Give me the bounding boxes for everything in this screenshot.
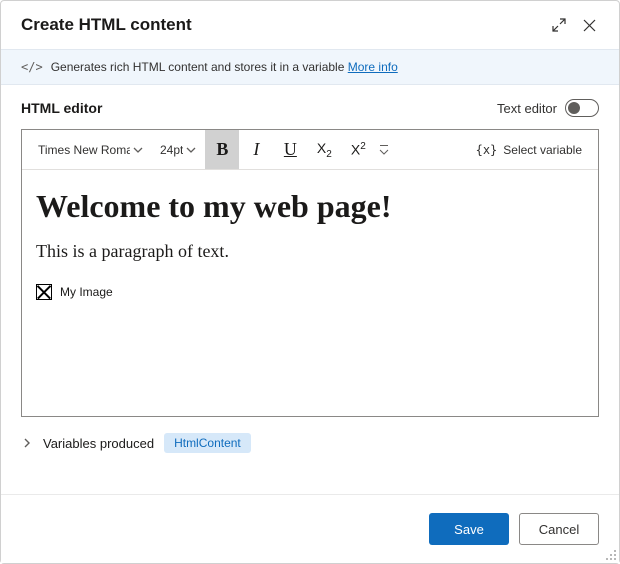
content-paragraph: This is a paragraph of text. [36, 241, 584, 262]
chevron-down-icon [132, 144, 144, 156]
editor-label: HTML editor [21, 100, 497, 116]
editor-canvas[interactable]: Welcome to my web page! This is a paragr… [22, 170, 598, 416]
font-size-dropdown[interactable]: 24pt [152, 130, 205, 169]
editor-toolbar: Times New Roman 24pt B I U X2 X2 {x} Sel… [22, 130, 598, 170]
toolbar-more-icon[interactable] [375, 145, 393, 155]
code-icon: </> [21, 60, 43, 74]
font-size-value: 24pt [160, 143, 183, 157]
chevron-right-icon[interactable] [21, 437, 33, 449]
cancel-button[interactable]: Cancel [519, 513, 599, 545]
variable-chip[interactable]: HtmlContent [164, 433, 251, 453]
image-alt-text: My Image [60, 285, 113, 299]
variable-icon: {x} [476, 143, 498, 157]
subscript-button[interactable]: X2 [307, 130, 341, 169]
variables-produced-label: Variables produced [43, 436, 154, 451]
font-family-value: Times New Roman [38, 143, 130, 157]
broken-image-icon [36, 284, 52, 300]
italic-button[interactable]: I [239, 130, 273, 169]
underline-button[interactable]: U [273, 130, 307, 169]
text-editor-toggle[interactable] [565, 99, 599, 117]
content-heading: Welcome to my web page! [36, 188, 584, 225]
save-button[interactable]: Save [429, 513, 509, 545]
more-info-link[interactable]: More info [348, 60, 398, 74]
superscript-button[interactable]: X2 [341, 130, 375, 169]
content-image: My Image [36, 284, 584, 300]
close-icon[interactable] [579, 15, 599, 35]
info-bar: </> Generates rich HTML content and stor… [1, 49, 619, 85]
font-family-dropdown[interactable]: Times New Roman [30, 130, 152, 169]
info-text: Generates rich HTML content and stores i… [51, 60, 345, 74]
expand-icon[interactable] [549, 15, 569, 35]
dialog-title: Create HTML content [21, 15, 539, 35]
select-variable-button[interactable]: {x} Select variable [468, 130, 590, 169]
select-variable-label: Select variable [503, 143, 582, 157]
text-editor-label: Text editor [497, 101, 557, 116]
bold-button[interactable]: B [205, 130, 239, 169]
chevron-down-icon [185, 144, 197, 156]
html-editor: Times New Roman 24pt B I U X2 X2 {x} Sel… [21, 129, 599, 417]
resize-grip-icon[interactable] [605, 549, 617, 561]
